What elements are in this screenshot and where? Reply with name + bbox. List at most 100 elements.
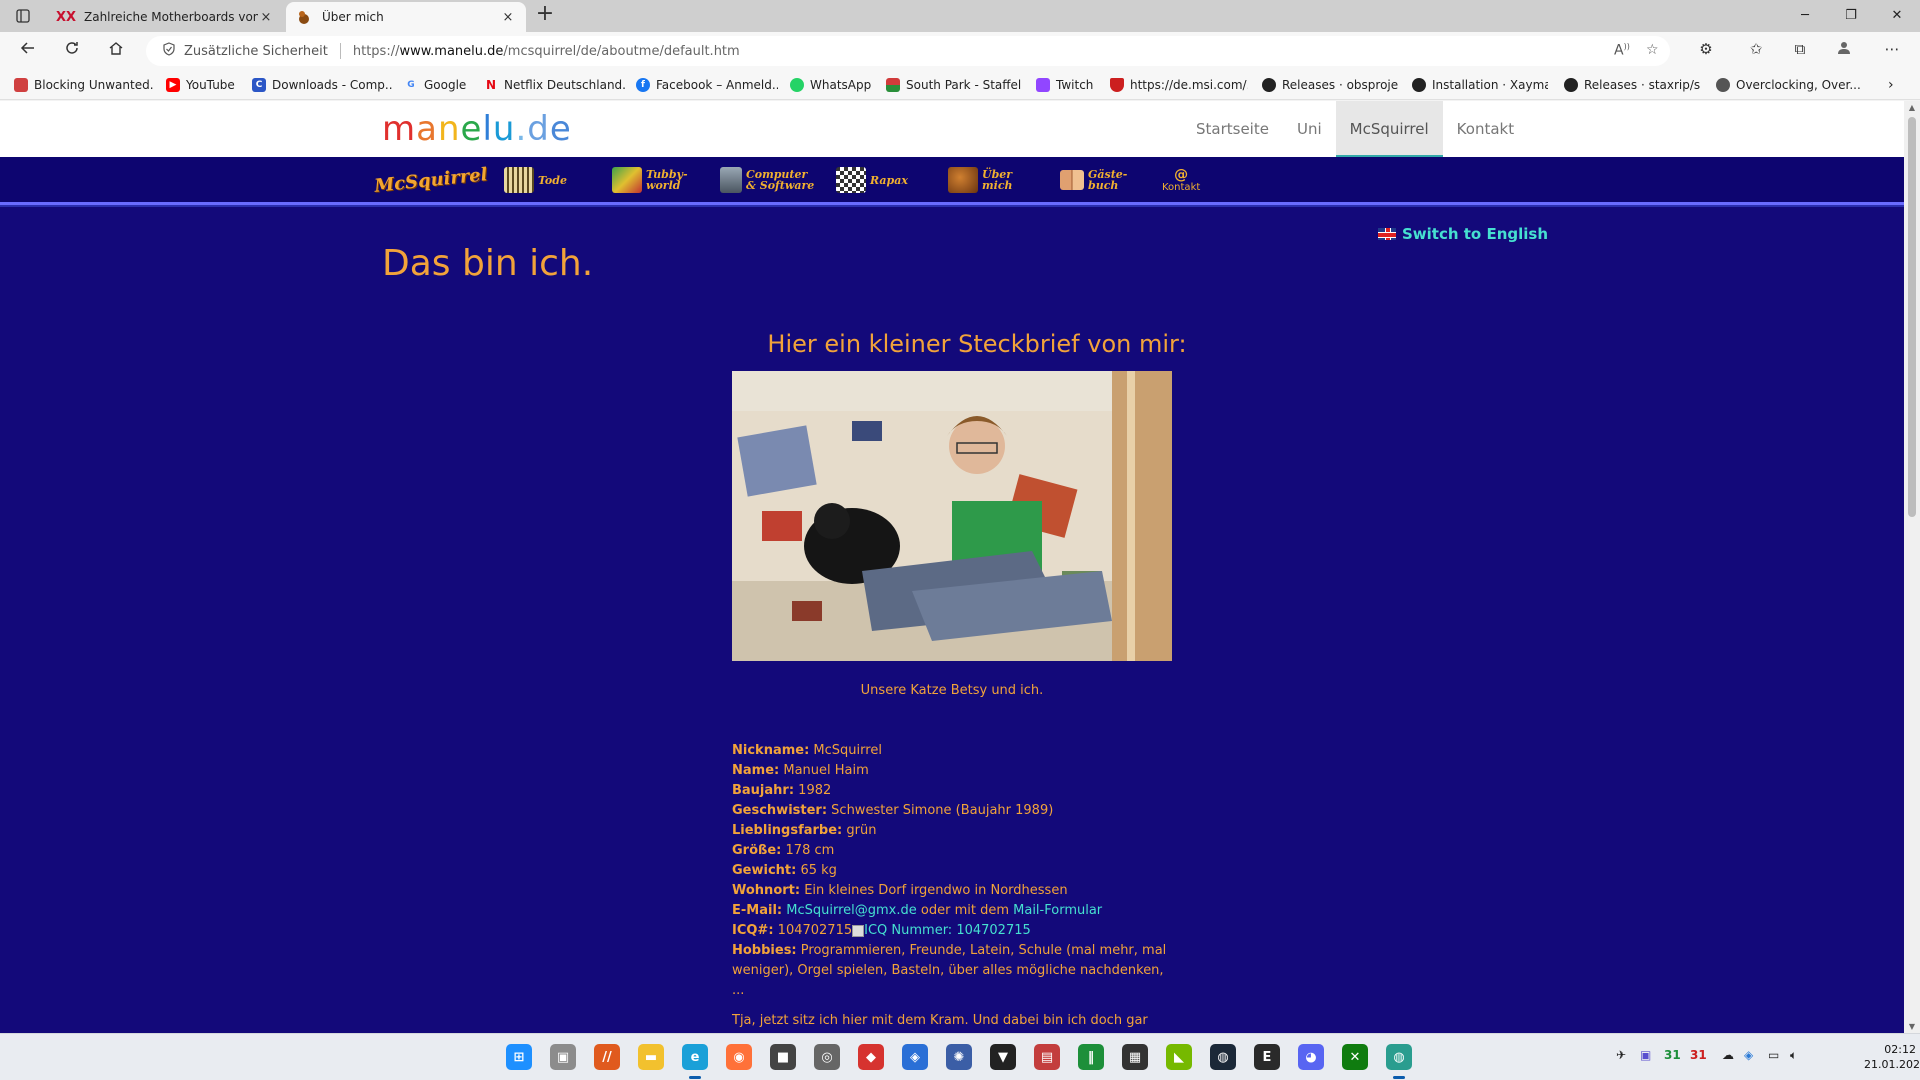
icq-status-link[interactable]: ICQ Nummer: 104702715 (864, 923, 1031, 938)
profile-icon[interactable] (1832, 40, 1856, 62)
subnav-tubbyworld[interactable]: Tubby- world (612, 163, 688, 197)
app-red-icon[interactable]: ◆ (858, 1044, 884, 1070)
edge-icon[interactable]: e (682, 1044, 708, 1070)
favorite-item[interactable]: f Facebook – Anmeld... (636, 76, 778, 94)
subnav-label: Gäste- buch (1088, 168, 1128, 192)
favorite-item[interactable]: South Park - Staffel... (886, 76, 1022, 94)
nvidia-icon[interactable]: ◣ (1166, 1044, 1192, 1070)
favorites-bar: Blocking Unwanted... ▶ YouTube C Downloads… (0, 70, 1920, 100)
subnav-computer-software[interactable]: Computer & Software (720, 163, 814, 197)
nav-startseite[interactable]: Startseite (1182, 101, 1283, 157)
field-label: Wohnort: (732, 883, 801, 898)
security-label[interactable]: Zusätzliche Sicherheit (184, 44, 328, 59)
home-icon[interactable] (102, 38, 130, 64)
favorite-item[interactable]: Overclocking, Over... (1716, 76, 1876, 94)
clock[interactable]: 02:12 21.01.2023 (1864, 1042, 1920, 1072)
subnav-kontakt[interactable]: @ Kontakt (1162, 163, 1200, 197)
address-bar[interactable]: Zusätzliche Sicherheit https://www.manel… (146, 36, 1670, 66)
wolf-app-icon[interactable]: ▼ (990, 1044, 1016, 1070)
tab-close-icon[interactable]: × (500, 10, 516, 25)
shield-app-icon[interactable]: ◈ (902, 1044, 928, 1070)
tray-app-icon[interactable]: ▣ (1640, 1048, 1651, 1062)
collections-icon[interactable]: ⧉ (1788, 40, 1812, 62)
page-scrollbar[interactable]: ▲ ▼ (1904, 101, 1920, 1033)
world-app-icon[interactable]: ◍ (1386, 1044, 1412, 1070)
app-circle-icon[interactable]: ◎ (814, 1044, 840, 1070)
file-explorer-icon[interactable]: ▬ (638, 1044, 664, 1070)
scroll-down-icon[interactable]: ▼ (1904, 1022, 1920, 1031)
favorites-icon[interactable]: ✩ (1744, 40, 1768, 62)
gpu-temp-value[interactable]: 31 (1690, 1048, 1707, 1062)
windows-start-icon[interactable]: ⊞ (506, 1044, 532, 1070)
steam-icon[interactable]: ◍ (1210, 1044, 1236, 1070)
field-label: E-Mail: (732, 903, 783, 918)
display-icon[interactable]: ▭ (1768, 1048, 1779, 1062)
scroll-up-icon[interactable]: ▲ (1904, 103, 1920, 112)
task-view-icon[interactable]: ▣ (550, 1044, 576, 1070)
url-text[interactable]: https://www.manelu.de/mcsquirrel/de/abou… (353, 44, 740, 59)
favorite-item[interactable]: Releases · staxrip/st... (1564, 76, 1700, 94)
nav-kontakt[interactable]: Kontakt (1443, 101, 1528, 157)
reload-icon[interactable] (58, 38, 86, 64)
tab-close-icon[interactable]: × (258, 10, 274, 25)
favorite-item[interactable]: Blocking Unwanted... (14, 76, 154, 94)
subnav-gaestebuch[interactable]: Gäste- buch (1060, 163, 1127, 197)
tab-ueber-mich[interactable]: Über mich × (286, 2, 526, 32)
switch-language-link[interactable]: Switch to English (1378, 225, 1548, 243)
favorite-item[interactable]: ▶ YouTube (166, 76, 246, 94)
favorite-item[interactable]: Installation · Xayma... (1412, 76, 1548, 94)
nav-uni[interactable]: Uni (1283, 101, 1336, 157)
nav-mcsquirrel[interactable]: McSquirrel (1335, 101, 1443, 157)
firefox-icon[interactable]: ◉ (726, 1044, 752, 1070)
security-tray-icon[interactable]: ◈ (1744, 1048, 1753, 1062)
globe-app-icon[interactable]: ✺ (946, 1044, 972, 1070)
mail-form-link[interactable]: Mail-Formular (1013, 903, 1102, 918)
overclocking-icon (1716, 78, 1730, 92)
new-tab-button[interactable]: + (534, 3, 556, 27)
restore-button[interactable]: ❐ (1828, 0, 1874, 32)
volume-icon[interactable]: 🔈︎ (1790, 1048, 1797, 1063)
tray-arrow-icon[interactable]: ✈ (1616, 1048, 1626, 1062)
favorite-item[interactable]: Releases · obsproje... (1262, 76, 1398, 94)
read-aloud-icon[interactable]: A)) (1614, 42, 1630, 59)
favorites-overflow-icon[interactable]: › (1888, 76, 1904, 94)
subnav-mcsquirrel[interactable]: McSquirrel (373, 157, 490, 203)
extensions-icon[interactable]: ⚙ (1694, 40, 1718, 62)
page-title: Das bin ich. (382, 243, 594, 284)
clock-date: 21.01.2023 (1864, 1058, 1920, 1071)
email-link[interactable]: McSquirrel@gmx.de (786, 903, 917, 918)
store-icon[interactable]: ■ (770, 1044, 796, 1070)
favorite-item[interactable]: G Google (404, 76, 470, 94)
subnav-ueber-mich[interactable]: Über mich (948, 163, 1013, 197)
scrollbar-thumb[interactable] (1908, 117, 1916, 517)
site-logo[interactable]: manelu.de (382, 109, 572, 149)
cloud-icon[interactable]: ☁ (1722, 1048, 1734, 1062)
favorite-item[interactable]: Twitch (1036, 76, 1096, 94)
book-icon (1060, 170, 1084, 190)
minimize-button[interactable]: ─ (1782, 0, 1828, 32)
favorite-item[interactable]: https://de.msi.com/... (1110, 76, 1248, 94)
tab-motherboards[interactable]: XX Zahlreiche Motherboards von M × (48, 2, 284, 32)
clapper-app-icon[interactable]: ▦ (1122, 1044, 1148, 1070)
green-app-icon[interactable]: ‖ (1078, 1044, 1104, 1070)
nickname-row: Nickname: McSquirrel (732, 741, 1172, 761)
add-favorite-icon[interactable]: ☆ (1646, 42, 1659, 58)
youtube-icon: ▶ (166, 78, 180, 92)
shield-check-icon[interactable] (162, 42, 176, 60)
favorite-label: Blocking Unwanted... (34, 78, 154, 92)
favorite-item[interactable]: WhatsApp (790, 76, 890, 94)
tab-actions-icon[interactable] (10, 6, 36, 26)
subnav-rapax[interactable]: Rapax (836, 163, 908, 197)
calendar-app-icon[interactable]: ▤ (1034, 1044, 1060, 1070)
close-window-button[interactable]: ✕ (1874, 0, 1920, 32)
discord-icon[interactable]: ◕ (1298, 1044, 1324, 1070)
favorite-item[interactable]: N Netflix Deutschland... (484, 76, 626, 94)
cpu-temp-value[interactable]: 31 (1664, 1048, 1681, 1062)
back-icon[interactable] (14, 38, 42, 64)
favorite-item[interactable]: C Downloads - Comp... (252, 76, 392, 94)
xbox-icon[interactable]: ✕ (1342, 1044, 1368, 1070)
subnav-tode[interactable]: Tode (504, 163, 567, 197)
epic-icon[interactable]: E (1254, 1044, 1280, 1070)
app-n-icon[interactable]: // (594, 1044, 620, 1070)
more-menu-icon[interactable]: ⋯ (1880, 40, 1904, 62)
